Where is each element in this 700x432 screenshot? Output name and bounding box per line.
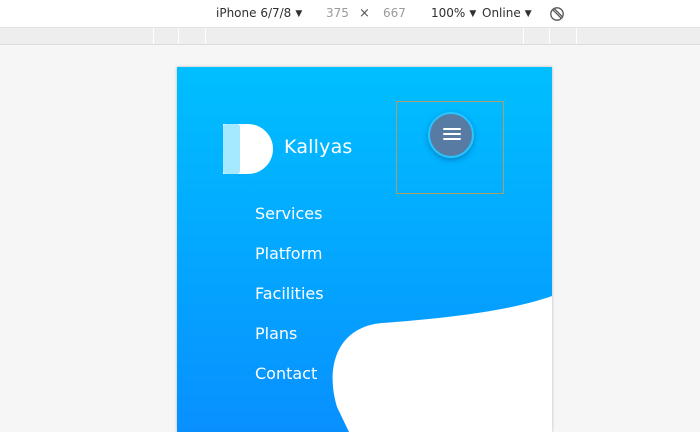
zoom-value: 100% bbox=[431, 6, 466, 20]
device-name: iPhone 6/7/8 bbox=[216, 6, 292, 20]
nav-item-contact[interactable]: Contact bbox=[255, 363, 324, 403]
ruler-tick bbox=[523, 28, 524, 44]
nav-item-services[interactable]: Services bbox=[255, 203, 324, 243]
kallyas-logo-icon[interactable] bbox=[223, 124, 273, 174]
nav-item-facilities[interactable]: Facilities bbox=[255, 283, 324, 323]
chevron-down-icon: ▼ bbox=[524, 9, 532, 19]
ruler-tick bbox=[549, 28, 550, 44]
network-throttle-select[interactable]: Online ▼ bbox=[482, 6, 532, 20]
zoom-select[interactable]: 100% ▼ bbox=[431, 6, 476, 20]
brand-name[interactable]: Kallyas bbox=[284, 136, 353, 158]
hamburger-menu-icon bbox=[443, 133, 461, 135]
ruler-tick bbox=[153, 28, 154, 44]
network-value: Online bbox=[482, 6, 521, 20]
width-input[interactable]: 375 bbox=[326, 6, 349, 20]
device-select[interactable]: iPhone 6/7/8 ▼ bbox=[216, 6, 302, 20]
ruler-tick bbox=[178, 28, 179, 44]
device-viewport: Kallyas Services Platform Facilities Pla… bbox=[177, 67, 552, 432]
height-input[interactable]: 667 bbox=[383, 6, 406, 20]
dimension-separator: × bbox=[359, 6, 370, 21]
nav-item-platform[interactable]: Platform bbox=[255, 243, 324, 283]
media-query-ruler[interactable] bbox=[0, 28, 700, 45]
ruler-tick bbox=[576, 28, 577, 44]
main-nav: Services Platform Facilities Plans Conta… bbox=[255, 203, 324, 403]
hamburger-menu-button[interactable] bbox=[428, 112, 474, 158]
rotate-icon[interactable] bbox=[549, 6, 565, 22]
chevron-down-icon: ▼ bbox=[469, 9, 477, 19]
chevron-down-icon: ▼ bbox=[295, 9, 303, 19]
nav-item-plans[interactable]: Plans bbox=[255, 323, 324, 363]
hamburger-menu-icon bbox=[443, 138, 461, 140]
hamburger-menu-icon bbox=[443, 128, 461, 130]
ruler-tick bbox=[205, 28, 206, 44]
device-toolbar: iPhone 6/7/8 ▼ 375 × 667 100% ▼ Online ▼ bbox=[0, 0, 700, 28]
